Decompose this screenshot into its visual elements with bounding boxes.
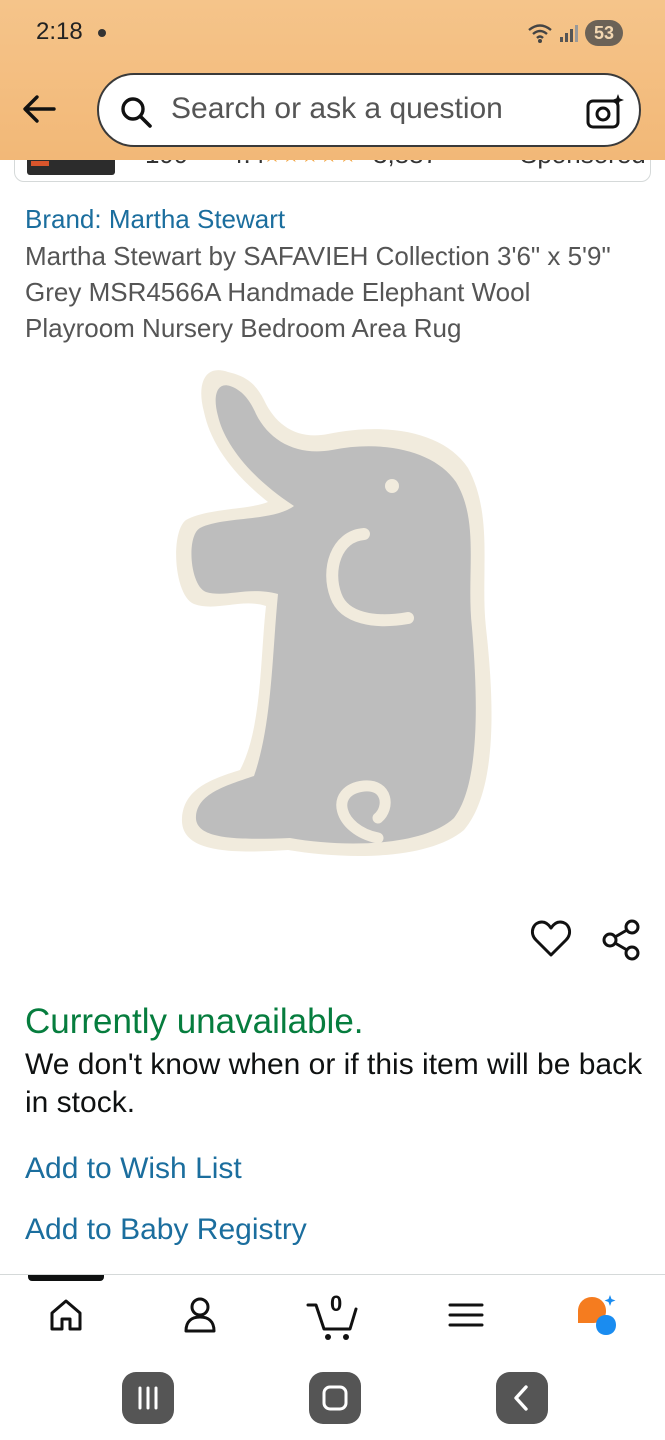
search-icon [121, 97, 152, 128]
bottom-nav: 0 [0, 1274, 665, 1355]
cart-button[interactable]: 0 [306, 1291, 362, 1343]
availability-status: Currently unavailable. [25, 1002, 364, 1041]
recent-apps-icon [138, 1386, 158, 1410]
notification-dot [98, 29, 106, 37]
system-back-button[interactable] [496, 1372, 548, 1424]
back-arrow-icon [23, 95, 56, 123]
home-square-icon [322, 1385, 348, 1411]
camera-lens-icon[interactable] [585, 92, 625, 132]
search-bar[interactable]: Search or ask a question [97, 73, 641, 147]
product-title: Martha Stewart by SAFAVIEH Collection 3'… [25, 241, 611, 343]
system-nav-bar [0, 1354, 665, 1440]
brand-link[interactable]: Brand: Martha Stewart [25, 204, 285, 235]
home-icon[interactable] [44, 1293, 88, 1337]
add-to-wish-list-link[interactable]: Add to Wish List [25, 1152, 242, 1186]
search-input[interactable]: Search or ask a question [171, 92, 503, 126]
cart-count: 0 [330, 1291, 343, 1316]
home-system-button[interactable] [309, 1372, 361, 1424]
active-tab-indicator [28, 1275, 104, 1281]
top-header: 2:18 53 Search or ask a question [0, 0, 665, 160]
recent-apps-button[interactable] [122, 1372, 174, 1424]
product-image-elephant-rug[interactable] [168, 360, 498, 870]
add-to-baby-registry-link[interactable]: Add to Baby Registry [25, 1213, 307, 1247]
share-icon[interactable] [600, 918, 642, 962]
chevron-left-icon [514, 1385, 528, 1411]
signal-icon [560, 25, 578, 42]
account-icon[interactable] [178, 1293, 222, 1337]
back-button[interactable] [18, 88, 60, 130]
battery-badge: 53 [585, 20, 623, 46]
status-icons: 53 [527, 20, 623, 46]
heart-icon[interactable] [530, 918, 572, 960]
menu-icon[interactable] [444, 1293, 488, 1337]
availability-message: We don't know when or if this item will … [25, 1048, 643, 1119]
wifi-icon [528, 24, 552, 43]
status-time: 2:18 [36, 18, 83, 45]
rufus-ai-icon[interactable] [574, 1293, 618, 1337]
